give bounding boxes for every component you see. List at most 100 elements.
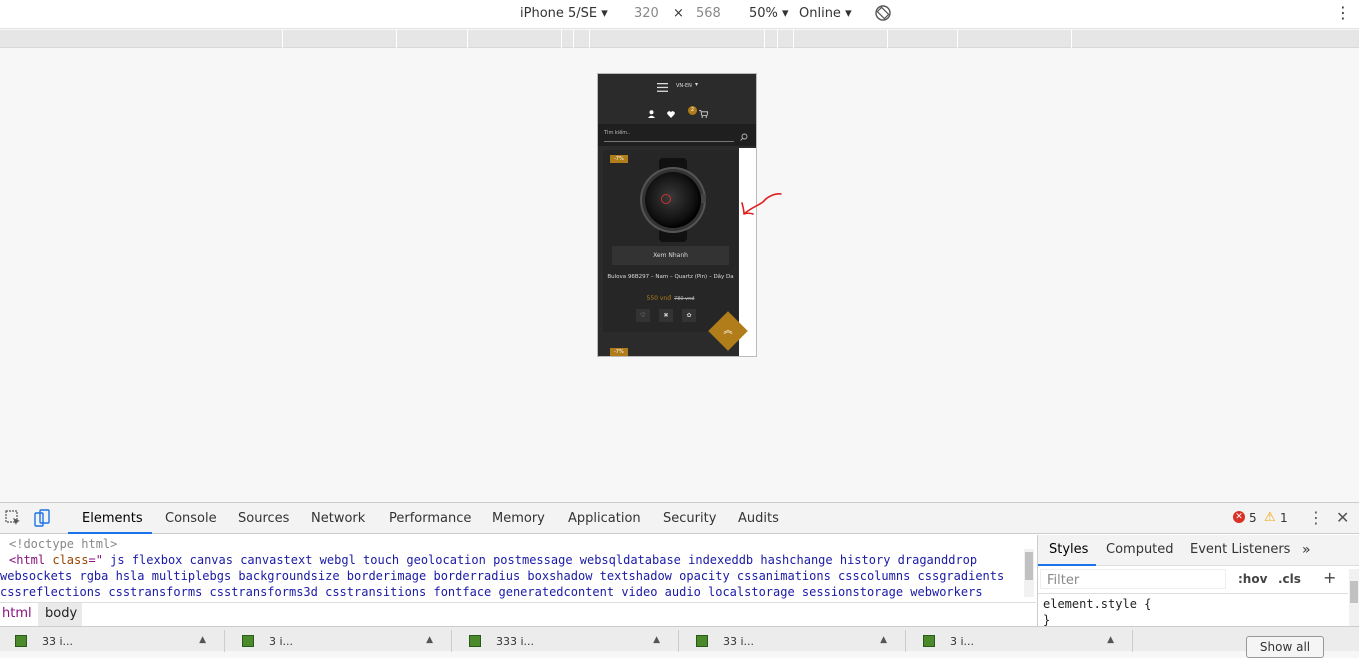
error-count[interactable]: 5 bbox=[1249, 511, 1257, 525]
download-item[interactable]: 3 i... ▲ bbox=[227, 630, 452, 652]
download-item[interactable]: 33 i... ▲ bbox=[681, 630, 906, 652]
element-style-rule[interactable]: element.style { bbox=[1043, 597, 1151, 611]
tab-application[interactable]: Application bbox=[568, 511, 641, 526]
search-input[interactable]: Tìm kiếm.. bbox=[604, 126, 734, 142]
error-icon[interactable]: ✕ bbox=[1233, 511, 1245, 523]
product-name[interactable]: Bulova 96B297 – Nam – Quartz (Pin) – Dây… bbox=[605, 273, 736, 282]
element-style-close: } bbox=[1043, 613, 1051, 627]
wishlist-heart-icon[interactable]: ♡ bbox=[636, 309, 650, 322]
price-old: 780 vnđ bbox=[674, 296, 695, 302]
height-input[interactable]: 568 bbox=[696, 6, 721, 21]
hamburger-menu-icon[interactable] bbox=[657, 81, 668, 96]
media-query-ruler[interactable] bbox=[0, 30, 1359, 48]
warning-count[interactable]: 1 bbox=[1280, 511, 1288, 525]
tab-event-listeners[interactable]: Event Listeners bbox=[1190, 542, 1290, 557]
chevron-up-icon[interactable]: ▲ bbox=[653, 635, 660, 645]
tab-audits[interactable]: Audits bbox=[738, 511, 779, 526]
file-icon bbox=[696, 635, 708, 647]
product-card[interactable]: -7% Xem Nhanh Bulova 96B297 – Nam – Quar… bbox=[603, 150, 738, 332]
file-icon bbox=[15, 635, 27, 647]
chevron-up-icon[interactable]: ▲ bbox=[199, 635, 206, 645]
chevron-up-icon[interactable]: ▲ bbox=[880, 635, 887, 645]
device-select[interactable]: iPhone 5/SE ▾ bbox=[520, 6, 608, 21]
class-value-1: js flexbox canvas canvastext webgl touch… bbox=[102, 553, 978, 567]
zoom-select[interactable]: 50% ▾ bbox=[749, 6, 789, 21]
cart-count-badge: 2 bbox=[688, 106, 697, 115]
chevron-up-icon[interactable]: ▲ bbox=[426, 635, 433, 645]
download-item[interactable]: 33 i... ▲ bbox=[0, 630, 225, 652]
tab-security[interactable]: Security bbox=[663, 511, 716, 526]
rotate-icon[interactable] bbox=[874, 4, 892, 26]
active-tab-indicator bbox=[68, 532, 152, 534]
cls-toggle[interactable]: .cls bbox=[1278, 572, 1301, 586]
show-all-button[interactable]: Show all bbox=[1246, 636, 1324, 658]
inspect-element-icon[interactable] bbox=[5, 510, 21, 530]
add-to-cart-icon[interactable]: ✖ bbox=[659, 309, 673, 322]
new-rule-plus-icon[interactable]: + bbox=[1323, 568, 1336, 587]
file-icon bbox=[923, 635, 935, 647]
tab-memory[interactable]: Memory bbox=[492, 511, 545, 526]
download-label: 333 i... bbox=[496, 635, 535, 648]
file-icon bbox=[469, 635, 481, 647]
styles-tab-indicator bbox=[1038, 564, 1096, 566]
discount-badge: -7% bbox=[610, 155, 628, 163]
cart-icon[interactable] bbox=[699, 107, 709, 122]
styles-divider bbox=[1038, 593, 1348, 594]
download-item[interactable]: 333 i... ▲ bbox=[454, 630, 679, 652]
crumb-body[interactable]: body bbox=[45, 606, 77, 621]
compare-icon[interactable]: ✿ bbox=[682, 309, 696, 322]
file-icon bbox=[242, 635, 254, 647]
styles-scrollbar-thumb[interactable] bbox=[1350, 581, 1358, 603]
user-icon[interactable] bbox=[648, 107, 655, 122]
watch-subdial bbox=[661, 194, 671, 204]
quick-view-button[interactable]: Xem Nhanh bbox=[612, 246, 729, 265]
back-to-top-button[interactable]: ︽ bbox=[708, 311, 748, 351]
devtools-tabbar: Elements Console Sources Network Perform… bbox=[0, 503, 1359, 534]
tab-elements[interactable]: Elements bbox=[82, 511, 143, 526]
warning-icon[interactable]: ⚠ bbox=[1264, 510, 1276, 525]
chevron-down-icon: ▾ bbox=[695, 81, 699, 88]
devtools-panel: Elements Console Sources Network Perform… bbox=[0, 502, 1359, 658]
tab-network[interactable]: Network bbox=[311, 511, 365, 526]
search-bar: Tìm kiếm.. bbox=[598, 124, 756, 146]
more-tabs-icon[interactable]: » bbox=[1302, 542, 1311, 558]
zoom-label: 50% bbox=[749, 6, 778, 21]
breadcrumb: html body bbox=[0, 602, 1036, 626]
styles-filter-input[interactable]: Filter bbox=[1040, 569, 1226, 589]
devtools-menu-icon[interactable]: ⋮ bbox=[1308, 508, 1324, 527]
annotation-arrow-icon bbox=[741, 193, 782, 215]
scrollbar-thumb[interactable] bbox=[1025, 552, 1033, 580]
download-label: 3 i... bbox=[269, 635, 294, 648]
code-line-3[interactable]: cssreflections csstransforms csstransfor… bbox=[0, 585, 1025, 599]
download-bar: 33 i... ▲ 3 i... ▲ 333 i... ▲ 33 i... ▲ 3 i.… bbox=[0, 626, 1359, 658]
tab-sources[interactable]: Sources bbox=[238, 511, 289, 526]
network-select[interactable]: Online ▾ bbox=[799, 6, 852, 21]
crumb-html[interactable]: html bbox=[2, 606, 32, 621]
width-input[interactable]: 320 bbox=[634, 6, 659, 21]
code-line-1[interactable]: <html class=" js flexbox canvas canvaste… bbox=[9, 553, 1034, 567]
more-options-icon[interactable]: ⋮ bbox=[1335, 3, 1351, 22]
device-toolbar: iPhone 5/SE ▾ 320 × 568 50% ▾ Online ▾ ⋮ bbox=[0, 0, 1359, 29]
tab-console[interactable]: Console bbox=[165, 511, 217, 526]
tab-performance[interactable]: Performance bbox=[389, 511, 471, 526]
device-toolbar-toggle-icon[interactable] bbox=[33, 509, 51, 531]
mobile-header: VN-EN ▾ bbox=[598, 74, 756, 100]
download-item[interactable]: 3 i... ▲ bbox=[908, 630, 1133, 652]
class-attr: class bbox=[52, 553, 89, 567]
code-scrollbar[interactable] bbox=[1024, 549, 1034, 597]
search-icon[interactable] bbox=[740, 130, 748, 145]
tab-computed[interactable]: Computed bbox=[1106, 542, 1174, 557]
tab-styles[interactable]: Styles bbox=[1049, 542, 1088, 557]
language-switch[interactable]: VN-EN bbox=[676, 83, 692, 89]
code-line-2[interactable]: websockets rgba hsla multiplebgs backgro… bbox=[0, 569, 1025, 583]
close-icon[interactable]: ✕ bbox=[1336, 508, 1349, 527]
double-chevron-up-icon: ︽ bbox=[723, 326, 733, 336]
styles-scrollbar[interactable] bbox=[1349, 569, 1359, 628]
watch-crown bbox=[701, 194, 706, 203]
chevron-up-icon[interactable]: ▲ bbox=[1107, 635, 1114, 645]
heart-icon[interactable] bbox=[667, 107, 675, 122]
download-label: 33 i... bbox=[723, 635, 755, 648]
code-doctype[interactable]: <!doctype html> bbox=[9, 537, 1034, 551]
hov-toggle[interactable]: :hov bbox=[1238, 572, 1267, 586]
product-image[interactable] bbox=[645, 172, 701, 228]
